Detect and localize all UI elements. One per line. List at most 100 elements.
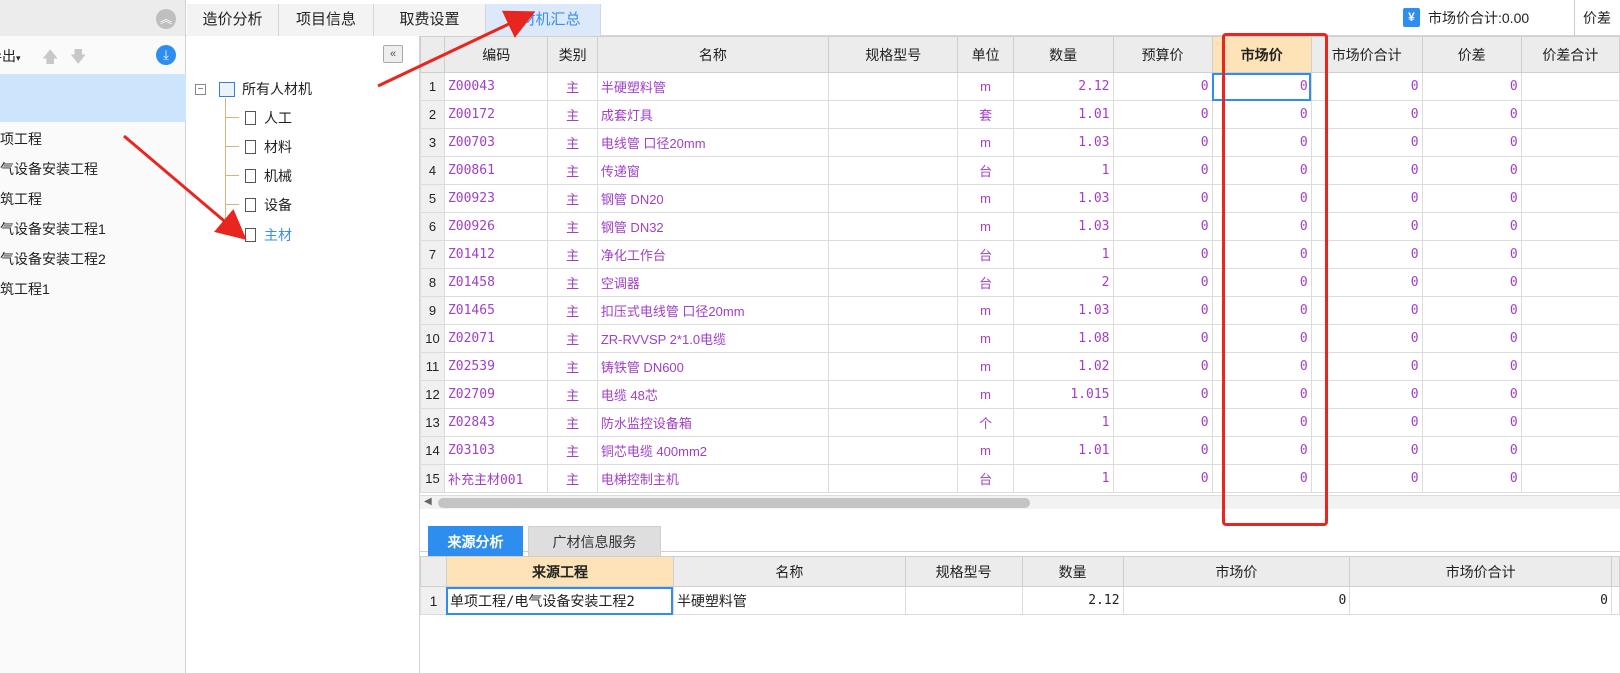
tree-item-labor[interactable]: 人工 xyxy=(245,106,292,130)
col-header-spec[interactable]: 规格型号 xyxy=(828,36,959,73)
cell-extra[interactable] xyxy=(1610,586,1620,615)
cell-market-total[interactable]: 0 xyxy=(1310,100,1423,129)
cell-unit[interactable]: m xyxy=(957,296,1014,325)
cell-market-total[interactable]: 0 xyxy=(1310,324,1423,353)
cell-budget-price[interactable]: 0 xyxy=(1112,100,1213,129)
col-header-spec[interactable]: 规格型号 xyxy=(904,556,1023,587)
cell-market-total[interactable]: 0 xyxy=(1310,436,1423,465)
cell-budget-price[interactable]: 0 xyxy=(1112,268,1213,297)
row-number[interactable]: 8 xyxy=(420,268,445,297)
col-header-market-total[interactable]: 市场价合计 xyxy=(1349,556,1612,587)
col-header-kind[interactable]: 类别 xyxy=(547,36,598,73)
cell-diff-total[interactable] xyxy=(1520,240,1620,269)
cell-code[interactable]: Z01465 xyxy=(443,296,549,325)
cell-kind[interactable]: 主 xyxy=(547,240,598,269)
cell-name[interactable]: 铜芯电缆 400mm2 xyxy=(596,436,830,465)
cell-qty[interactable]: 1 xyxy=(1012,408,1114,437)
row-number[interactable]: 13 xyxy=(420,408,445,437)
cell-spec[interactable] xyxy=(828,212,959,241)
cell-market-price[interactable]: 0 xyxy=(1211,464,1312,493)
row-number[interactable]: 2 xyxy=(420,100,445,129)
cell-diff-total[interactable] xyxy=(1520,128,1620,157)
cell-budget-price[interactable]: 0 xyxy=(1112,324,1213,353)
cell-diff-total[interactable] xyxy=(1520,268,1620,297)
cell-spec[interactable] xyxy=(828,464,959,493)
cell-qty[interactable]: 1 xyxy=(1012,156,1114,185)
cell-kind[interactable]: 主 xyxy=(547,268,598,297)
cell-price-diff[interactable]: 0 xyxy=(1421,464,1522,493)
cell-unit[interactable]: m xyxy=(957,212,1014,241)
cell-qty[interactable]: 1 xyxy=(1012,464,1114,493)
cell-budget-price[interactable]: 0 xyxy=(1112,380,1213,409)
cell-code[interactable]: Z00923 xyxy=(443,184,549,213)
cell-code[interactable]: 补充主材001 xyxy=(443,464,549,493)
move-down-icon[interactable]: 🡇 xyxy=(70,46,86,73)
cell-spec[interactable] xyxy=(828,408,959,437)
cell-diff-total[interactable] xyxy=(1520,408,1620,437)
tab-cost-analysis[interactable]: 造价分析 xyxy=(187,4,279,36)
cell-market-price[interactable]: 0 xyxy=(1211,100,1312,129)
tree-expand-icon[interactable]: − xyxy=(195,84,206,95)
cell-market-total[interactable]: 0 xyxy=(1310,408,1423,437)
cell-code[interactable]: Z00703 xyxy=(443,128,549,157)
cell-name[interactable]: 半硬塑料管 xyxy=(672,586,906,615)
col-header-market-total[interactable]: 市场价合计 xyxy=(1310,36,1423,73)
cell-spec[interactable] xyxy=(828,72,959,101)
tab-project-info[interactable]: 项目信息 xyxy=(279,4,374,36)
cell-name[interactable]: 铸铁管 DN600 xyxy=(596,352,830,381)
tree-item-main-material[interactable]: 主材 xyxy=(245,223,292,247)
col-header-diff-total[interactable]: 价差合计 xyxy=(1520,36,1620,73)
cell-qty[interactable]: 1 xyxy=(1012,240,1114,269)
cell-unit[interactable]: m xyxy=(957,184,1014,213)
cell-name[interactable]: 扣压式电线管 口径20mm xyxy=(596,296,830,325)
cell-diff-total[interactable] xyxy=(1520,436,1620,465)
project-item[interactable]: 气设备安装工程2 xyxy=(0,244,106,274)
cell-price-diff[interactable]: 0 xyxy=(1421,240,1522,269)
cell-market-total[interactable]: 0 xyxy=(1310,184,1423,213)
cell-qty[interactable]: 1.08 xyxy=(1012,324,1114,353)
table-row[interactable]: 14 Z03103 主铜芯电缆 400mm2 m 1.01 0 0 0 0 xyxy=(420,436,1620,465)
tree-root[interactable]: 所有人材机 xyxy=(242,77,312,101)
cell-price-diff[interactable]: 0 xyxy=(1421,128,1522,157)
cell-kind[interactable]: 主 xyxy=(547,72,598,101)
cell-diff-total[interactable] xyxy=(1520,100,1620,129)
cell-budget-price[interactable]: 0 xyxy=(1112,464,1213,493)
export-button[interactable]: 导出▾ xyxy=(0,46,21,66)
cell-market-price[interactable]: 0 xyxy=(1211,352,1312,381)
cell-market-price[interactable]: 0 xyxy=(1211,408,1312,437)
row-number[interactable]: 9 xyxy=(420,296,445,325)
cell-diff-total[interactable] xyxy=(1520,296,1620,325)
cell-spec[interactable] xyxy=(828,184,959,213)
table-row[interactable]: 2 Z00172 主成套灯具套 1.01 0 0 0 0 xyxy=(420,100,1620,129)
cell-qty[interactable]: 1.03 xyxy=(1012,184,1114,213)
cell-market-total[interactable]: 0 xyxy=(1310,268,1423,297)
cell-code[interactable]: Z02071 xyxy=(443,324,549,353)
cell-budget-price[interactable]: 0 xyxy=(1112,184,1213,213)
col-header-budget-price[interactable]: 预算价 xyxy=(1112,36,1213,73)
cell-diff-total[interactable] xyxy=(1520,324,1620,353)
cell-name[interactable]: 钢管 DN20 xyxy=(596,184,830,213)
cell-price-diff[interactable]: 0 xyxy=(1421,324,1522,353)
col-header-qty[interactable]: 数量 xyxy=(1012,36,1114,73)
cell-code[interactable]: Z02539 xyxy=(443,352,549,381)
cell-qty[interactable]: 1.015 xyxy=(1012,380,1114,409)
cell-price-diff[interactable]: 0 xyxy=(1421,436,1522,465)
cell-kind[interactable]: 主 xyxy=(547,464,598,493)
cell-market-price[interactable]: 0 xyxy=(1211,268,1312,297)
cell-budget-price[interactable]: 0 xyxy=(1112,72,1213,101)
col-header-market-price[interactable]: 市场价 xyxy=(1122,556,1351,587)
table-row[interactable]: 8 Z01458 主空调器台 2 0 0 0 0 xyxy=(420,268,1620,297)
project-item[interactable]: 气设备安装工程1 xyxy=(0,214,106,244)
cell-spec[interactable] xyxy=(828,296,959,325)
cell-unit[interactable]: m xyxy=(957,128,1014,157)
cell-diff-total[interactable] xyxy=(1520,464,1620,493)
project-item[interactable]: 项工程 xyxy=(0,124,42,154)
cell-market-price[interactable]: 0 xyxy=(1211,128,1312,157)
tab-source-analysis[interactable]: 来源分析 xyxy=(428,526,523,556)
cell-code[interactable]: Z01458 xyxy=(443,268,549,297)
cell-qty[interactable]: 1.01 xyxy=(1012,436,1114,465)
cell-market-price[interactable]: 0 xyxy=(1122,586,1351,615)
cell-name[interactable]: 钢管 DN32 xyxy=(596,212,830,241)
cell-market-price[interactable]: 0 xyxy=(1211,380,1312,409)
cell-name[interactable]: 电梯控制主机 xyxy=(596,464,830,493)
